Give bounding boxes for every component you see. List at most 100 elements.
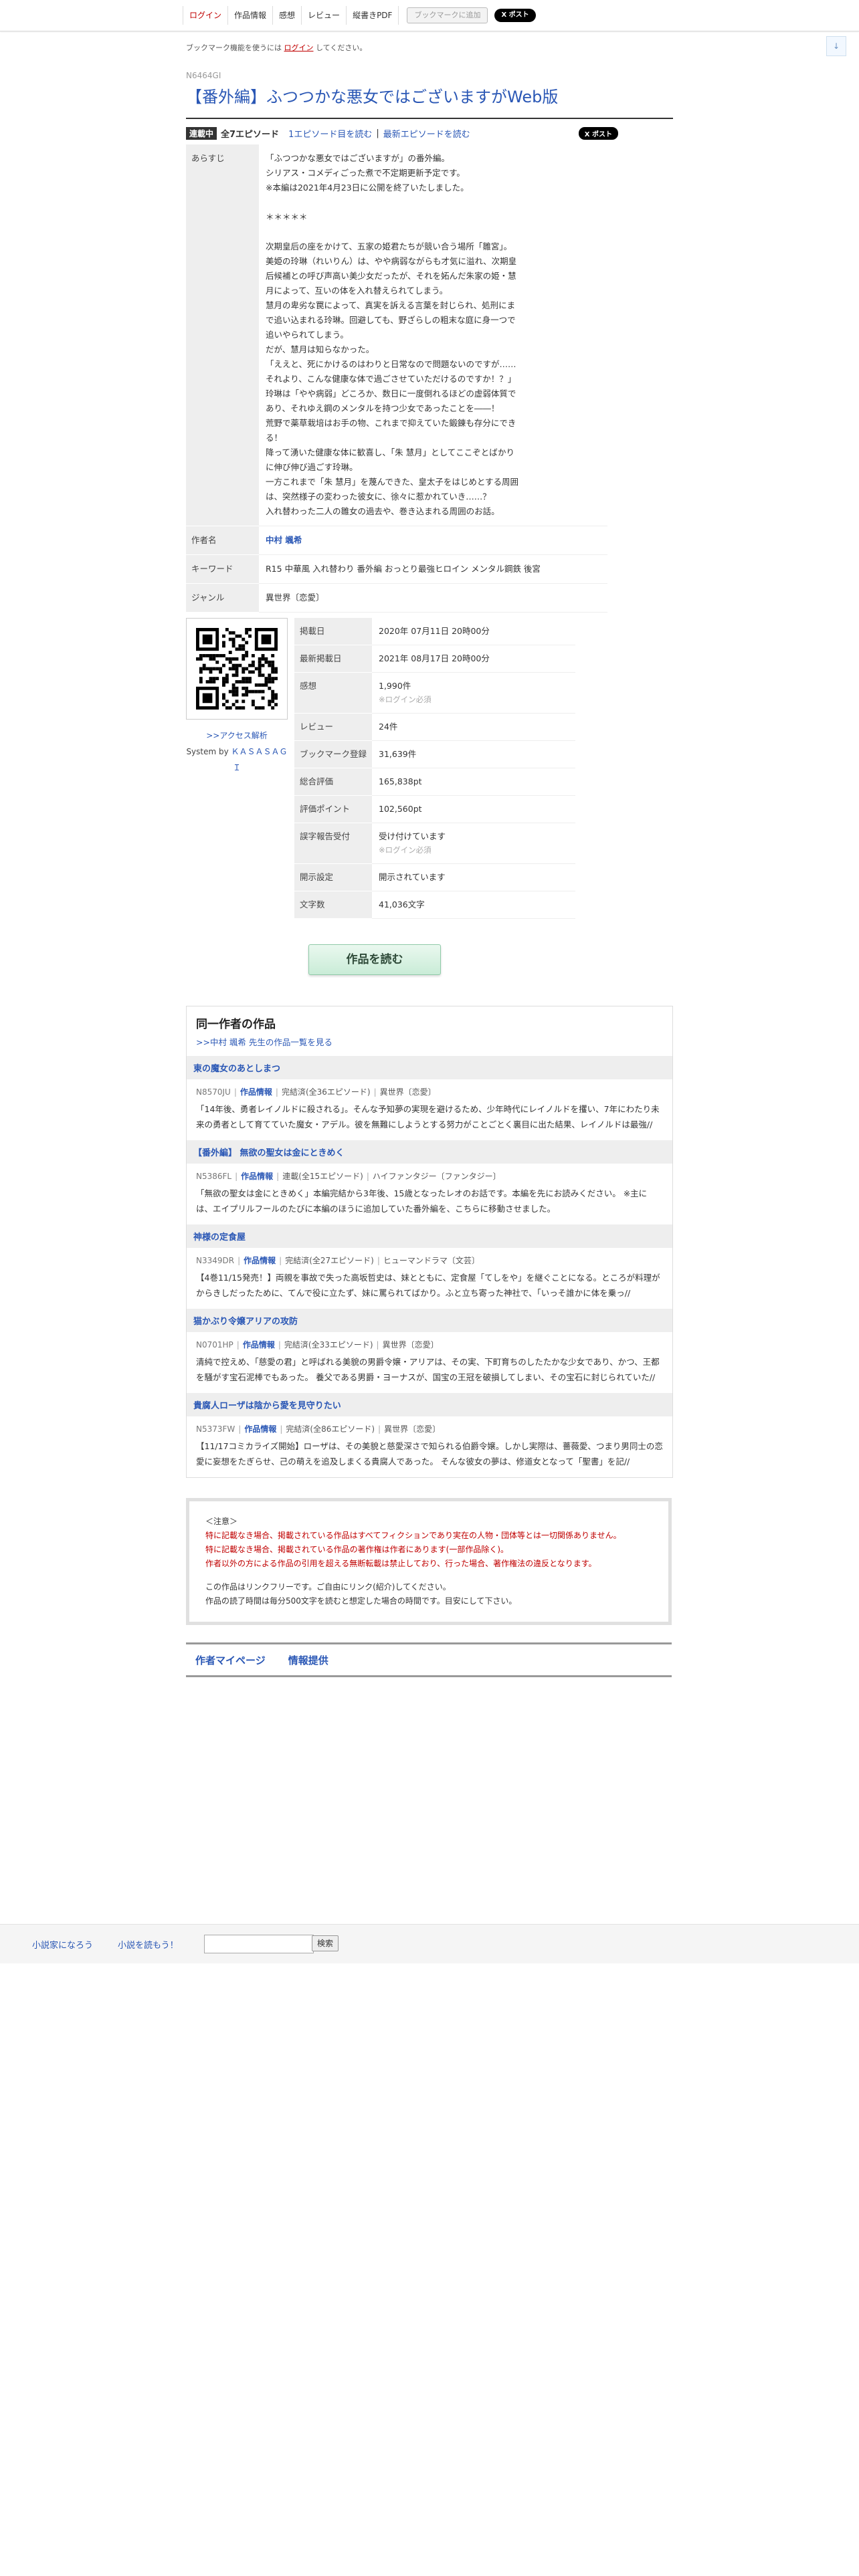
notice-red-line: 特に記載なき場合、掲載されている作品の著作権は作者にあります(一部作品除く)。 xyxy=(205,1545,509,1554)
author-mypage-link[interactable]: 作者マイページ xyxy=(195,1653,266,1667)
work-info-link[interactable]: 作品情報 xyxy=(241,1172,273,1181)
work-title-link[interactable]: 猫かぶり令嬢アリアの攻防 xyxy=(193,1317,298,1327)
x-post-button-small[interactable]: X ポスト xyxy=(578,126,618,140)
work-item: 東の魔女のあとしまつ N8570JU | 作品情報 | 完結済(全36エピソード) | 異世界… xyxy=(187,1056,672,1140)
author-link[interactable]: 中村 颯希 xyxy=(266,535,302,545)
ncode: N6464GI xyxy=(186,71,221,80)
site-footer: 小説家になろう 小説を読もう！ 検索 xyxy=(0,1924,859,1963)
access-analysis-link[interactable]: >>アクセス解析 xyxy=(206,731,268,740)
stats-value: 開示されています xyxy=(372,863,575,891)
synopsis-label: あらすじ xyxy=(186,144,259,526)
work-nav: ログイン 作品情報 感想 レビュー 縦書きPDF ブックマークに追加 X ポスト xyxy=(183,6,536,25)
page-title: 【番外編】ふつつかな悪女ではございますがWeb版 xyxy=(186,88,559,106)
work-genre: ヒューマンドラマ〔文芸〕 xyxy=(383,1256,480,1265)
stats-note: ※ログイン必須 xyxy=(379,695,432,704)
stats-value: 1,990件 ※ログイン必須 xyxy=(372,672,575,714)
notice-box: ＜注意＞ 特に記載なき場合、掲載されている作品はすべてフィクションであり実在の人… xyxy=(186,1498,672,1625)
keywords-value: R15 中華風 入れ替わり 番外編 おっとり最強ヒロイン メンタル鋼鉄 後宮 xyxy=(259,554,607,584)
work-meta: N5386FL | 作品情報 | 連載(全15エピソード) | ハイファンタジー〔ファンタジ… xyxy=(196,1172,501,1181)
work-meta: N5373FW | 作品情報 | 完結済(全86エピソード) | 異世界〔恋愛〕 xyxy=(196,1424,441,1434)
stats-row: 総合評価 165,838pt xyxy=(294,768,575,796)
stats-note: ※ログイン必須 xyxy=(379,845,432,855)
notice-header: ＜注意＞ xyxy=(205,1517,238,1526)
status-separator: | xyxy=(376,128,379,138)
stats-label: 最新掲載日 xyxy=(294,645,372,673)
notice-red-line: 特に記載なき場合、掲載されている作品はすべてフィクションであり実在の人物・団体等… xyxy=(205,1531,622,1540)
search-input[interactable] xyxy=(204,1935,314,1953)
stats-label: 感想 xyxy=(294,672,372,714)
stats-value: 165,838pt xyxy=(372,768,575,796)
work-item: 【番外編】 無欲の聖女は金にときめく N5386FL | 作品情報 | 連載(全15エピソ… xyxy=(187,1140,672,1224)
all-works-link[interactable]: >>中村 颯希 先生の作品一覧を見る xyxy=(196,1035,663,1048)
read-work-button[interactable]: 作品を読む xyxy=(308,944,441,975)
genre-row: ジャンル 異世界〔恋愛〕 xyxy=(186,583,607,613)
stats-value: 24件 xyxy=(372,713,575,741)
genre-value: 異世界〔恋愛〕 xyxy=(259,583,607,613)
main-content: ブックマーク機能を使うには ログイン してください。 N6464GI 【番外編】… xyxy=(186,40,673,1677)
info-provide-link[interactable]: 情報提供 xyxy=(288,1653,328,1667)
stats-label: 総合評価 xyxy=(294,768,372,796)
status-line: 連載中 全7エピソード 1エピソード目を読む | 最新エピソードを読む X ポス… xyxy=(186,124,673,142)
stats-row: 文字数 41,036文字 xyxy=(294,891,575,919)
work-genre: 異世界〔恋愛〕 xyxy=(379,1087,436,1097)
work-status: 完結済(全27エピソード) xyxy=(285,1256,374,1265)
stats-label: 誤字報告受付 xyxy=(294,823,372,864)
stats-label: 文字数 xyxy=(294,891,372,919)
stats-row: 誤字報告受付 受け付けています ※ログイン必須 xyxy=(294,823,575,864)
vertical-pdf-link[interactable]: 縦書きPDF xyxy=(347,6,399,25)
work-item: 貴腐人ローザは陰から愛を見守りたい N5373FW | 作品情報 | 完結済(全86エピソ… xyxy=(187,1393,672,1477)
work-title-link[interactable]: 東の魔女のあとしまつ xyxy=(193,1064,280,1074)
work-description: 「無欲の聖女は金にときめく」本編完結から3年後、15歳となったレオのお話です。本… xyxy=(196,1188,648,1214)
review-link[interactable]: レビュー xyxy=(302,6,347,25)
scroll-down-button[interactable]: ↓ xyxy=(826,36,846,56)
impressions-link[interactable]: 感想 xyxy=(273,6,302,25)
stats-value: 102,560pt xyxy=(372,795,575,823)
work-title-link[interactable]: 【番外編】 無欲の聖女は金にときめく xyxy=(193,1148,345,1158)
search-button[interactable]: 検索 xyxy=(312,1935,339,1951)
work-meta: N8570JU | 作品情報 | 完結済(全36エピソード) | 異世界〔恋愛〕 xyxy=(196,1087,436,1097)
stats-value: 2020年 07月11日 20時00分 xyxy=(372,618,575,645)
work-info-link[interactable]: 作品情報 xyxy=(243,1340,275,1350)
work-info-table: あらすじ 「ふつつかな悪女ではございますが」の番外編。 シリアス・コメディごった煮… xyxy=(186,144,607,613)
yomou-link[interactable]: 小説を読もう！ xyxy=(118,1938,179,1951)
stats-value: 2021年 08月17日 20時00分 xyxy=(372,645,575,673)
work-status: 完結済(全86エピソード) xyxy=(286,1424,375,1434)
stats-value: 41,036文字 xyxy=(372,891,575,919)
stats-label: 評価ポイント xyxy=(294,795,372,823)
kasasagi-link[interactable]: ＫＡＳＡＳＡＧＩ xyxy=(231,747,288,772)
work-ncode: N5386FL xyxy=(196,1172,232,1181)
status-badge: 連載中 xyxy=(186,126,217,140)
work-genre: 異世界〔恋愛〕 xyxy=(384,1424,441,1434)
same-author-works: 同一作者の作品 >>中村 颯希 先生の作品一覧を見る 東の魔女のあとしまつ N85… xyxy=(186,1006,673,1478)
work-info-link[interactable]: 作品情報 xyxy=(244,1424,276,1434)
stats-table: 掲載日 2020年 07月11日 20時00分 最新掲載日 2021年 08月17日 … xyxy=(294,618,575,919)
login-note-link[interactable]: ログイン xyxy=(284,43,314,52)
work-status: 完結済(全33エピソード) xyxy=(284,1340,373,1350)
top-navigation-bar: ログイン 作品情報 感想 レビュー 縦書きPDF ブックマークに追加 X ポスト xyxy=(0,0,859,31)
notice-line: この作品はリンクフリーです。ご自由にリンク(紹介)してください。 xyxy=(205,1582,451,1592)
work-description: 【11/17コミカライズ開始】ローザは、その美貌と慈愛深さで知られる伯爵令嬢。し… xyxy=(196,1441,663,1467)
same-author-heading: 同一作者の作品 xyxy=(196,1018,276,1031)
keywords-row: キーワード R15 中華風 入れ替わり 番外編 おっとり最強ヒロイン メンタル鋼… xyxy=(186,554,607,584)
stats-row: 感想 1,990件 ※ログイン必須 xyxy=(294,672,575,714)
first-episode-link[interactable]: 1エピソード目を読む xyxy=(288,127,372,140)
work-meta: N0701HP | 作品情報 | 完結済(全33エピソード) | 異世界〔恋愛〕 xyxy=(196,1340,439,1350)
narou-link[interactable]: 小説家になろう xyxy=(32,1938,93,1951)
work-genre: ハイファンタジー〔ファンタジー〕 xyxy=(372,1172,501,1181)
work-info-link[interactable]: 作品情報 xyxy=(228,6,274,25)
work-ncode: N8570JU xyxy=(196,1087,231,1097)
episode-count: 全7エピソード xyxy=(221,129,280,140)
x-post-button[interactable]: X ポスト xyxy=(494,9,536,22)
work-description: 【4巻11/15発売！】両親を事故で失った高坂哲史は、妹とともに、定食屋「てしを… xyxy=(196,1273,660,1298)
work-info-link[interactable]: 作品情報 xyxy=(244,1256,276,1265)
work-info-link[interactable]: 作品情報 xyxy=(240,1087,272,1097)
add-bookmark-button[interactable]: ブックマークに追加 xyxy=(407,7,488,23)
keywords-label: キーワード xyxy=(186,554,259,584)
work-title-link[interactable]: 神様の定食屋 xyxy=(193,1232,246,1243)
stats-row: 開示設定 開示されています xyxy=(294,863,575,891)
latest-episode-link[interactable]: 最新エピソードを読む xyxy=(383,127,470,140)
login-link[interactable]: ログイン xyxy=(183,6,229,25)
work-title-link[interactable]: 貴腐人ローザは陰から愛を見守りたい xyxy=(193,1401,341,1411)
notice-red-line: 作者以外の方による作品の引用を超える無断転載は禁止しており、行った場合、著作権法… xyxy=(205,1559,597,1568)
login-note: ブックマーク機能を使うには ログイン してください。 xyxy=(186,43,367,52)
